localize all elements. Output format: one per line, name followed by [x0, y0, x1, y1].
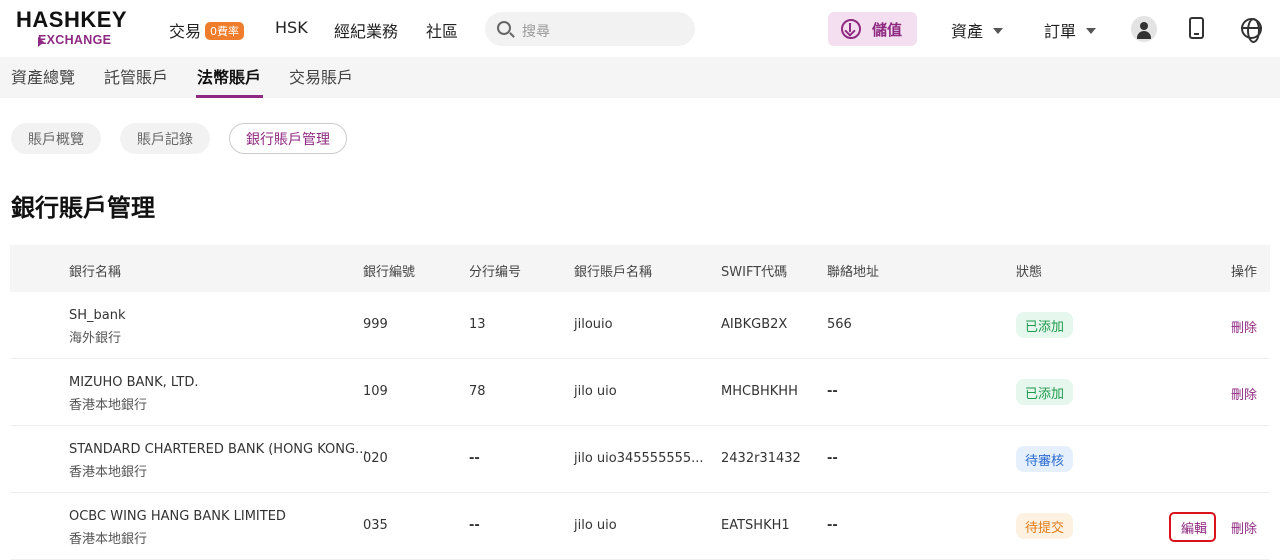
- bank-name: STANDARD CHARTERED BANK (HONG KONG...: [69, 442, 368, 457]
- zero-fee-badge: 0費率: [205, 22, 245, 40]
- active-tab-indicator: [196, 95, 263, 98]
- col-bank-name: 銀行名稱: [69, 265, 122, 280]
- subtab-account-overview[interactable]: 賬戶概覽: [11, 123, 101, 154]
- bank-code: 109: [363, 384, 388, 399]
- table-row: OCBC WING HANG BANK LIMITED 香港本地銀行 035 -…: [10, 493, 1270, 560]
- user-avatar-icon[interactable]: [1131, 16, 1157, 42]
- col-swift: SWIFT代碼: [721, 265, 788, 280]
- assets-label: 資產: [951, 22, 984, 41]
- bank-name: SH_bank: [69, 308, 126, 323]
- status-badge: 已添加: [1016, 379, 1074, 405]
- account-tabs: 資產總覽 託管賬戶 法幣賬戶 交易賬戶: [0, 57, 1280, 98]
- edit-link[interactable]: 編輯: [1181, 518, 1207, 537]
- swift-code: EATSHKH1: [721, 518, 790, 533]
- table-header: 銀行名稱 銀行編號 分行编号 銀行賬戶名稱 SWIFT代碼 聯絡地址 狀態 操作: [10, 245, 1270, 292]
- branch-code: --: [469, 451, 480, 466]
- col-branch-code: 分行编号: [469, 265, 522, 280]
- nav-brokerage[interactable]: 經紀業務: [334, 18, 398, 42]
- download-icon: [841, 19, 861, 39]
- bank-type: 海外銀行: [69, 331, 122, 346]
- mobile-phone-icon[interactable]: [1189, 17, 1204, 39]
- nav-hsk[interactable]: HSK: [275, 18, 308, 37]
- tab-fiat-account[interactable]: 法幣賬戶: [197, 64, 261, 88]
- bank-type: 香港本地銀行: [69, 532, 148, 547]
- table-row: SH_bank 海外銀行 999 13 jilouio AIBKGB2X 566…: [10, 292, 1270, 359]
- deposit-button[interactable]: 儲值: [828, 12, 917, 46]
- delete-link[interactable]: 刪除: [1231, 317, 1257, 336]
- bank-name: MIZUHO BANK, LTD.: [69, 375, 199, 390]
- bank-code: 020: [363, 451, 388, 466]
- status-badge: 待審核: [1016, 446, 1074, 472]
- subtab-account-records[interactable]: 賬戶記錄: [120, 123, 210, 154]
- search-icon: [497, 21, 511, 35]
- address: 566: [827, 317, 852, 332]
- bank-code: 999: [363, 317, 388, 332]
- bank-type: 香港本地銀行: [69, 398, 148, 413]
- bank-type: 香港本地銀行: [69, 465, 148, 480]
- search-placeholder: 搜尋: [522, 24, 550, 40]
- hashkey-logo[interactable]: HASHKEY EXCHANGE: [16, 9, 128, 47]
- tab-custody-account[interactable]: 託管賬戶: [104, 64, 168, 88]
- nav-community[interactable]: 社區: [426, 18, 458, 42]
- search-input[interactable]: 搜尋: [485, 12, 695, 46]
- col-actions: 操作: [1231, 265, 1258, 280]
- logo-text-sub: EXCHANGE: [38, 33, 128, 47]
- orders-dropdown[interactable]: 訂單: [1044, 18, 1097, 42]
- address: --: [827, 518, 838, 533]
- chevron-down-icon: [993, 28, 1004, 34]
- account-name: jilo uio: [574, 518, 617, 533]
- delete-link[interactable]: 刪除: [1231, 384, 1257, 403]
- col-address: 聯絡地址: [827, 265, 880, 280]
- bank-name: OCBC WING HANG BANK LIMITED: [69, 509, 286, 524]
- col-account-name: 銀行賬戶名稱: [574, 265, 653, 280]
- account-name: jilouio: [574, 317, 613, 332]
- top-navbar: HASHKEY EXCHANGE 交易 0費率 HSK 經紀業務 社區 搜尋 儲值…: [0, 0, 1280, 57]
- branch-code: 78: [469, 384, 486, 399]
- account-name: jilo uio345555555...: [574, 451, 704, 466]
- branch-code: 13: [469, 317, 486, 332]
- delete-link[interactable]: 刪除: [1231, 518, 1257, 537]
- status-badge: 已添加: [1016, 312, 1074, 338]
- branch-code: --: [469, 518, 480, 533]
- subtab-bank-account-management[interactable]: 銀行賬戶管理: [229, 123, 347, 154]
- logo-text-main: HASHKEY: [16, 7, 128, 32]
- tab-trading-account[interactable]: 交易賬戶: [289, 64, 353, 88]
- assets-dropdown[interactable]: 資產: [951, 18, 1004, 42]
- col-bank-code: 銀行編號: [363, 265, 416, 280]
- table-row: MIZUHO BANK, LTD. 香港本地銀行 109 78 jilo uio…: [10, 359, 1270, 426]
- logo-text-exchange: EXCHANGE: [38, 33, 112, 47]
- logo-triangle-icon: [38, 37, 44, 47]
- nav-trade-label: 交易: [169, 22, 202, 41]
- page-title: 銀行賬戶管理: [11, 194, 155, 222]
- bank-code: 035: [363, 518, 388, 533]
- deposit-label: 儲值: [872, 21, 903, 39]
- address: --: [827, 384, 838, 399]
- tab-asset-overview[interactable]: 資產總覽: [11, 64, 75, 88]
- account-name: jilo uio: [574, 384, 617, 399]
- address: --: [827, 451, 838, 466]
- globe-icon[interactable]: [1241, 18, 1262, 43]
- status-badge: 待提交: [1016, 513, 1074, 539]
- orders-label: 訂單: [1044, 22, 1077, 41]
- swift-code: AIBKGB2X: [721, 317, 788, 332]
- swift-code: MHCBHKHH: [721, 384, 798, 399]
- table-row: STANDARD CHARTERED BANK (HONG KONG... 香港…: [10, 426, 1270, 493]
- chevron-down-icon: [1086, 28, 1097, 34]
- nav-trade[interactable]: 交易 0費率: [169, 18, 245, 42]
- col-status: 狀態: [1016, 265, 1043, 280]
- swift-code: 2432r31432: [721, 451, 801, 466]
